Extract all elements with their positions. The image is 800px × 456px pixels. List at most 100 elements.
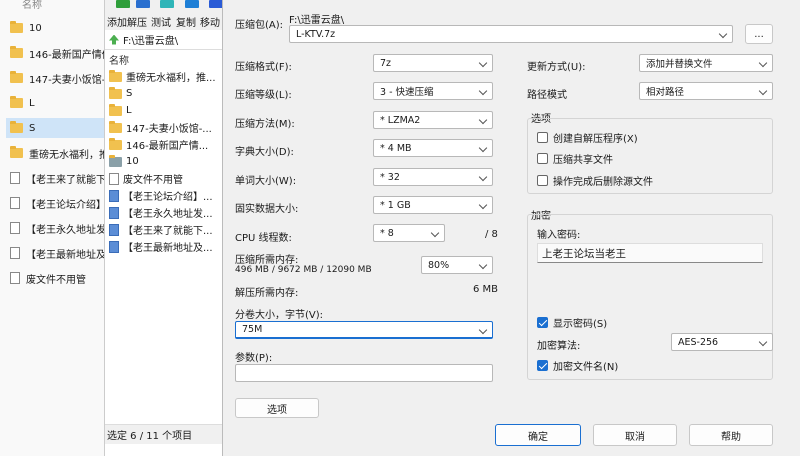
dictionary-select[interactable]: * 4 MB (373, 139, 493, 157)
file-explorer-pane: 名称 10 146-最新国产情侣 147-夫妻小饭馆- L S 重磅无水福利，推 【老王来了… (0, 0, 110, 456)
explorer-item-label: 废文件不用管 (26, 274, 86, 286)
browse-button[interactable]: ... (745, 24, 773, 44)
toolbar-button-label[interactable]: 复制 (176, 14, 196, 29)
update-mode-select[interactable]: 添加并替换文件 (639, 54, 773, 72)
toolbar-2-icon[interactable] (160, 0, 174, 8)
shared-files-checkbox[interactable]: 压缩共享文件 (537, 151, 613, 166)
toolbar-button-label[interactable]: 添加 (107, 14, 127, 29)
file-item-label: 废文件不用管 (123, 175, 183, 186)
folder-icon (10, 21, 23, 33)
encryption-method-label: 加密算法: (537, 341, 581, 352)
toolbar-1-icon[interactable] (136, 0, 150, 8)
format-select[interactable]: 7z (373, 54, 493, 72)
file-item-label: L (126, 105, 132, 116)
add-to-archive-dialog: 压缩包(A): F:\迅雷云盘\ L-KTV.7z ... 压缩格式(F): 7… (222, 0, 800, 456)
ok-button[interactable]: 确定 (495, 424, 581, 446)
folder-icon (10, 121, 23, 133)
explorer-list-item[interactable]: 【老王永久地址发 (10, 218, 108, 238)
file-list-item[interactable]: 废文件不用管 (109, 170, 225, 187)
file-list-item[interactable]: S (109, 85, 225, 102)
file-icon (109, 240, 119, 253)
file-icon (10, 272, 20, 284)
file-list-item[interactable]: L (109, 102, 225, 119)
method-select[interactable]: * LZMA2 (373, 111, 493, 129)
volume-size-combobox[interactable]: 75M (235, 321, 493, 339)
file-list-item[interactable]: 【老王永久地址发... (109, 204, 225, 221)
help-button[interactable]: 帮助 (689, 424, 773, 446)
file-list-item[interactable]: 【老王论坛介绍】... (109, 187, 225, 204)
folder-icon (10, 46, 23, 58)
explorer-list-item[interactable]: 【老王最新地址及 (10, 243, 108, 263)
explorer-list-item[interactable]: 【老王来了就能下 (10, 168, 108, 188)
folder-icon (10, 96, 23, 108)
folder-icon (109, 154, 122, 167)
up-folder-icon[interactable] (109, 34, 119, 45)
password-input[interactable]: 上老王论坛当老王 (537, 243, 763, 263)
file-icon (10, 197, 20, 209)
explorer-list-item[interactable]: L (10, 93, 108, 113)
file-list-item[interactable]: 【老王来了就能下... (109, 221, 225, 238)
toolbar-button-label[interactable]: 测试 (151, 14, 171, 29)
archive-name-combobox[interactable]: L-KTV.7z (289, 25, 733, 43)
toolbar: 添加 解压 测试 复制 移动 (105, 0, 226, 30)
options-button[interactable]: 选项 (235, 398, 319, 418)
toolbar-button-label[interactable]: 解压 (127, 14, 147, 29)
cpu-threads-select[interactable]: * 8 (373, 224, 445, 242)
parameters-input[interactable] (235, 364, 493, 382)
toolbar-button-label[interactable]: 移动 (200, 14, 220, 29)
archive-label: 压缩包(A): (235, 20, 284, 31)
file-list-item[interactable]: 146-最新国产情... (109, 136, 225, 153)
password-label: 输入密码: (537, 230, 581, 241)
explorer-list-item[interactable]: 146-最新国产情侣 (10, 43, 108, 63)
cpu-threads-label: CPU 线程数: (235, 233, 292, 244)
file-list-item[interactable]: 147-夫妻小饭馆-... (109, 119, 225, 136)
file-item-label: 【老王永久地址发... (123, 209, 213, 220)
explorer-item-label: 10 (29, 22, 42, 34)
explorer-list-item[interactable]: 废文件不用管 (10, 268, 108, 288)
encryption-method-select[interactable]: AES-256 (671, 333, 773, 351)
show-password-checkbox[interactable]: 显示密码(S) (537, 315, 607, 330)
explorer-item-label: S (29, 122, 36, 134)
dictionary-label: 字典大小(D): (235, 147, 294, 158)
file-list-item[interactable]: 【老王最新地址及... (109, 238, 225, 255)
word-size-label: 单词大小(W): (235, 176, 297, 187)
explorer-list-item[interactable]: 10 (10, 18, 108, 38)
explorer-list-item[interactable]: 147-夫妻小饭馆- (10, 68, 108, 88)
decompress-memory-value: 6 MB (473, 284, 499, 295)
toolbar-3-icon[interactable] (185, 0, 199, 8)
file-icon (10, 247, 20, 259)
file-item-label: S (126, 88, 133, 99)
cpu-threads-total: / 8 (485, 229, 498, 240)
explorer-list-item[interactable]: 【老王论坛介绍】 (10, 193, 108, 213)
file-item-label: 【老王来了就能下... (123, 226, 213, 237)
solid-size-label: 固实数据大小: (235, 204, 299, 215)
toolbar-0-icon[interactable] (116, 0, 130, 8)
folder-icon (109, 120, 122, 133)
delete-after-checkbox[interactable]: 操作完成后删除源文件 (537, 173, 653, 188)
memory-percent-select[interactable]: 80% (421, 256, 493, 274)
solid-size-select[interactable]: * 1 GB (373, 196, 493, 214)
sfx-checkbox[interactable]: 创建自解压程序(X) (537, 130, 638, 145)
explorer-list-item[interactable]: S (6, 118, 110, 138)
column-header-name[interactable]: 名称 (109, 52, 129, 67)
folder-icon (109, 137, 122, 150)
memory-label: 压缩所需内存: (235, 255, 299, 266)
path-mode-select[interactable]: 相对路径 (639, 82, 773, 100)
column-header-name[interactable]: 名称 (22, 0, 42, 11)
toolbar-4-icon[interactable] (209, 0, 223, 8)
folder-icon (10, 146, 23, 158)
encrypt-filenames-checkbox[interactable]: 加密文件名(N) (537, 358, 618, 373)
folder-icon (109, 86, 122, 99)
explorer-item-label: 【老王论坛介绍】 (26, 199, 106, 211)
address-bar[interactable]: F:\迅雷云盘\ (105, 30, 227, 50)
file-list-item[interactable]: 10 (109, 153, 225, 170)
word-size-select[interactable]: * 32 (373, 168, 493, 186)
file-icon (10, 172, 20, 184)
sevenzip-window: 添加 解压 测试 复制 移动 F:\迅雷云盘\ 名称 重磅无水福利，推... S L 147-… (104, 0, 227, 456)
level-label: 压缩等级(L): (235, 90, 292, 101)
level-select[interactable]: 3 - 快速压缩 (373, 82, 493, 100)
file-item-label: 147-夫妻小饭馆-... (126, 124, 212, 135)
cancel-button[interactable]: 取消 (593, 424, 677, 446)
explorer-list-item[interactable]: 重磅无水福利，推 (10, 143, 108, 163)
file-list-item[interactable]: 重磅无水福利，推... (109, 68, 225, 85)
